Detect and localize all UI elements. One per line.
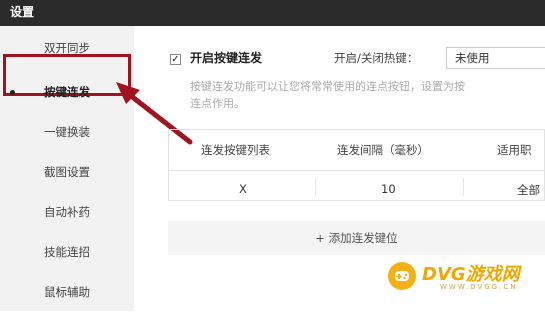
- sidebar-item-key-repeat[interactable]: 按键连发: [0, 72, 134, 112]
- sidebar-item-label: 自动补药: [44, 205, 90, 219]
- sidebar-item-label: 鼠标辅助: [44, 285, 90, 299]
- site-watermark: DVG游戏网 WWW.DVGG.CN: [384, 258, 545, 298]
- cell-divider: [463, 178, 464, 196]
- description-line: 按键连发功能可以让您将常常使用的连点按钮，设置为按: [190, 80, 465, 93]
- enable-checkbox[interactable]: ✓: [170, 54, 181, 65]
- column-header: 适用职: [497, 143, 532, 157]
- watermark-url: WWW.DVGG.CN: [440, 283, 518, 291]
- sidebar-item-one-key-outfit[interactable]: 一键换装: [0, 112, 134, 152]
- sidebar-item-label: 技能连招: [44, 245, 90, 259]
- hotkey-label: 开启/关闭热键：: [334, 51, 419, 65]
- row-divider: [169, 170, 544, 171]
- table-cell[interactable]: X: [239, 182, 247, 196]
- feature-description: 按键连发功能可以让您将常常使用的连点按钮，设置为按 连点作用。: [190, 78, 545, 112]
- table-cell[interactable]: 全部: [517, 182, 540, 198]
- sidebar-item-label: 截图设置: [44, 165, 90, 179]
- description-line: 连点作用。: [190, 97, 245, 110]
- sidebar-item-label: 按键连发: [44, 85, 90, 99]
- hotkey-input[interactable]: 未使用: [446, 47, 545, 69]
- key-repeat-table: 连发按键列表 连发间隔（毫秒） 适用职 X 10 全部: [168, 129, 545, 201]
- active-indicator-dot: [10, 90, 15, 95]
- sidebar-item-skill-combo[interactable]: 技能连招: [0, 232, 134, 272]
- sidebar-item-mouse-assist[interactable]: 鼠标辅助: [0, 272, 134, 312]
- sidebar-item-screenshot[interactable]: 截图设置: [0, 152, 134, 192]
- gamepad-logo-icon: [388, 262, 416, 290]
- sidebar-item-label: 一键换装: [44, 125, 90, 139]
- check-mark-icon: ✓: [171, 54, 180, 65]
- enable-label: 开启按键连发: [190, 51, 263, 65]
- cell-divider: [315, 178, 316, 196]
- add-key-button[interactable]: + 添加连发键位: [168, 221, 545, 255]
- column-header: 连发间隔（毫秒）: [337, 143, 429, 157]
- table-cell[interactable]: 10: [381, 182, 396, 196]
- sidebar-item-auto-potion[interactable]: 自动补药: [0, 192, 134, 232]
- sidebar: 双开同步 按键连发 一键换装 截图设置 自动补药 技能连招 鼠标辅助: [0, 26, 134, 311]
- sidebar-item-label: 双开同步: [44, 41, 90, 55]
- window-title: 设置: [0, 0, 545, 26]
- column-header: 连发按键列表: [201, 143, 270, 157]
